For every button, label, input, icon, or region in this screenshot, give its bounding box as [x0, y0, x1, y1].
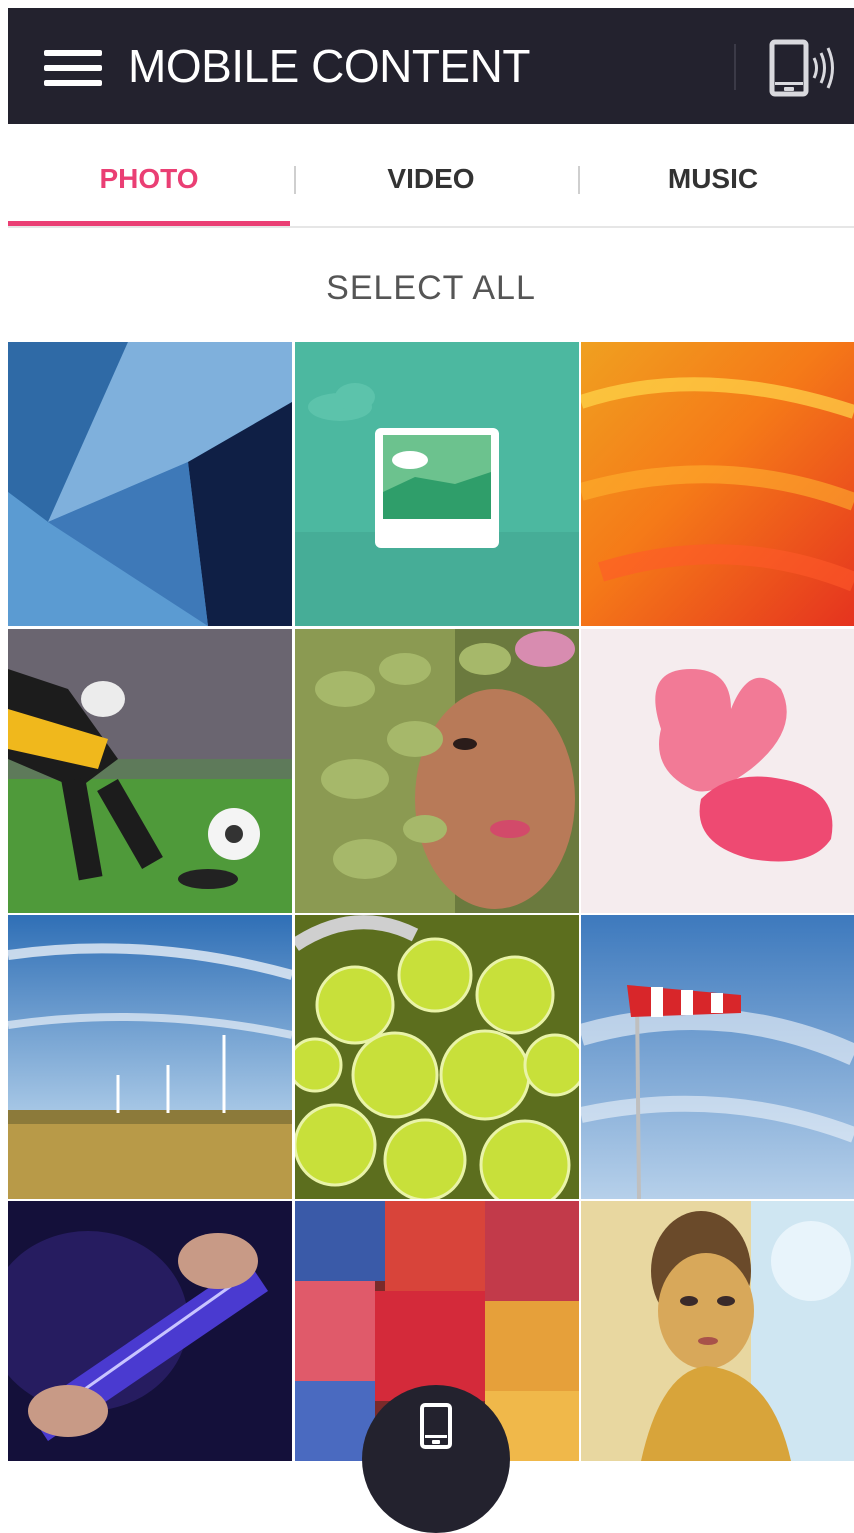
photo-tile-soccer[interactable]	[8, 629, 292, 913]
select-all-button[interactable]: SELECT ALL	[8, 258, 854, 318]
photo-tile-windsock[interactable]	[581, 915, 854, 1199]
tab-music[interactable]: MUSIC	[572, 124, 854, 224]
app-header: MOBILE CONTENT	[8, 8, 854, 124]
device-fab-button[interactable]	[362, 1385, 510, 1533]
photo-tile-placeholder[interactable]	[295, 342, 579, 626]
mobile-content-screen: MOBILE CONTENT PHOTO VIDEO MUSIC SELECT …	[0, 0, 854, 1533]
photo-grid	[8, 342, 854, 1461]
active-tab-indicator	[8, 221, 290, 226]
phone-connect-icon[interactable]	[766, 36, 838, 100]
header-divider	[734, 44, 736, 90]
photo-tile-tennis-balls[interactable]	[295, 915, 579, 1199]
media-tabs: PHOTO VIDEO MUSIC	[8, 124, 854, 228]
photo-tile-wind-turbines[interactable]	[8, 915, 292, 1199]
photo-tile-guitarist[interactable]	[8, 1201, 292, 1461]
hamburger-menu-icon[interactable]	[44, 46, 102, 90]
app-title: MOBILE CONTENT	[128, 40, 530, 92]
photo-tile-yellow-woman[interactable]	[581, 1201, 854, 1461]
tab-video[interactable]: VIDEO	[290, 124, 572, 224]
photo-tile-orange-paint[interactable]	[581, 342, 854, 626]
phone-icon	[420, 1403, 452, 1449]
tab-photo[interactable]: PHOTO	[8, 124, 290, 224]
photo-tile-blue-geometry[interactable]	[8, 342, 292, 626]
photo-tile-leaf-woman[interactable]	[295, 629, 579, 913]
photo-tile-heart-candy[interactable]	[581, 629, 854, 913]
